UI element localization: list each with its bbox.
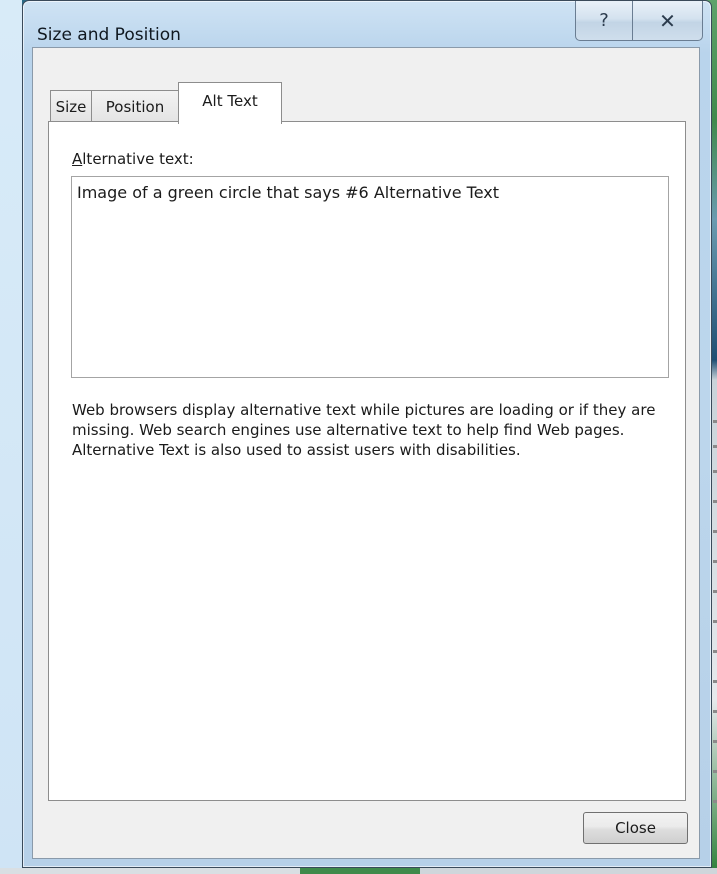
alt-text-description: Web browsers display alternative text wh… xyxy=(72,401,656,459)
help-icon: ? xyxy=(599,10,609,31)
window-close-button[interactable]: ✕ xyxy=(633,1,703,41)
left-background xyxy=(0,0,22,874)
close-icon: ✕ xyxy=(659,8,676,33)
tab-size[interactable]: Size xyxy=(50,90,92,123)
tab-alt-text[interactable]: Alt Text xyxy=(178,82,282,124)
dialog-client-area: Size Position Alt Text Alternative text:… xyxy=(32,47,700,859)
alternative-text-field[interactable]: Image of a green circle that says #6 Alt… xyxy=(71,176,669,378)
help-button[interactable]: ? xyxy=(575,1,633,41)
dialog-title: Size and Position xyxy=(37,25,181,45)
label-accelerator: A xyxy=(72,150,83,168)
close-button[interactable]: Close xyxy=(583,812,688,844)
size-and-position-dialog: Size and Position ? ✕ Size Position Alt … xyxy=(22,0,712,868)
alternative-text-label: Alternative text: xyxy=(72,150,194,168)
background-bottom-strip xyxy=(0,868,717,874)
alt-text-panel: Alternative text: Image of a green circl… xyxy=(48,121,686,801)
label-text: lternative text: xyxy=(82,150,194,168)
title-bar-buttons: ? ✕ xyxy=(575,1,703,41)
tab-position[interactable]: Position xyxy=(91,90,179,123)
